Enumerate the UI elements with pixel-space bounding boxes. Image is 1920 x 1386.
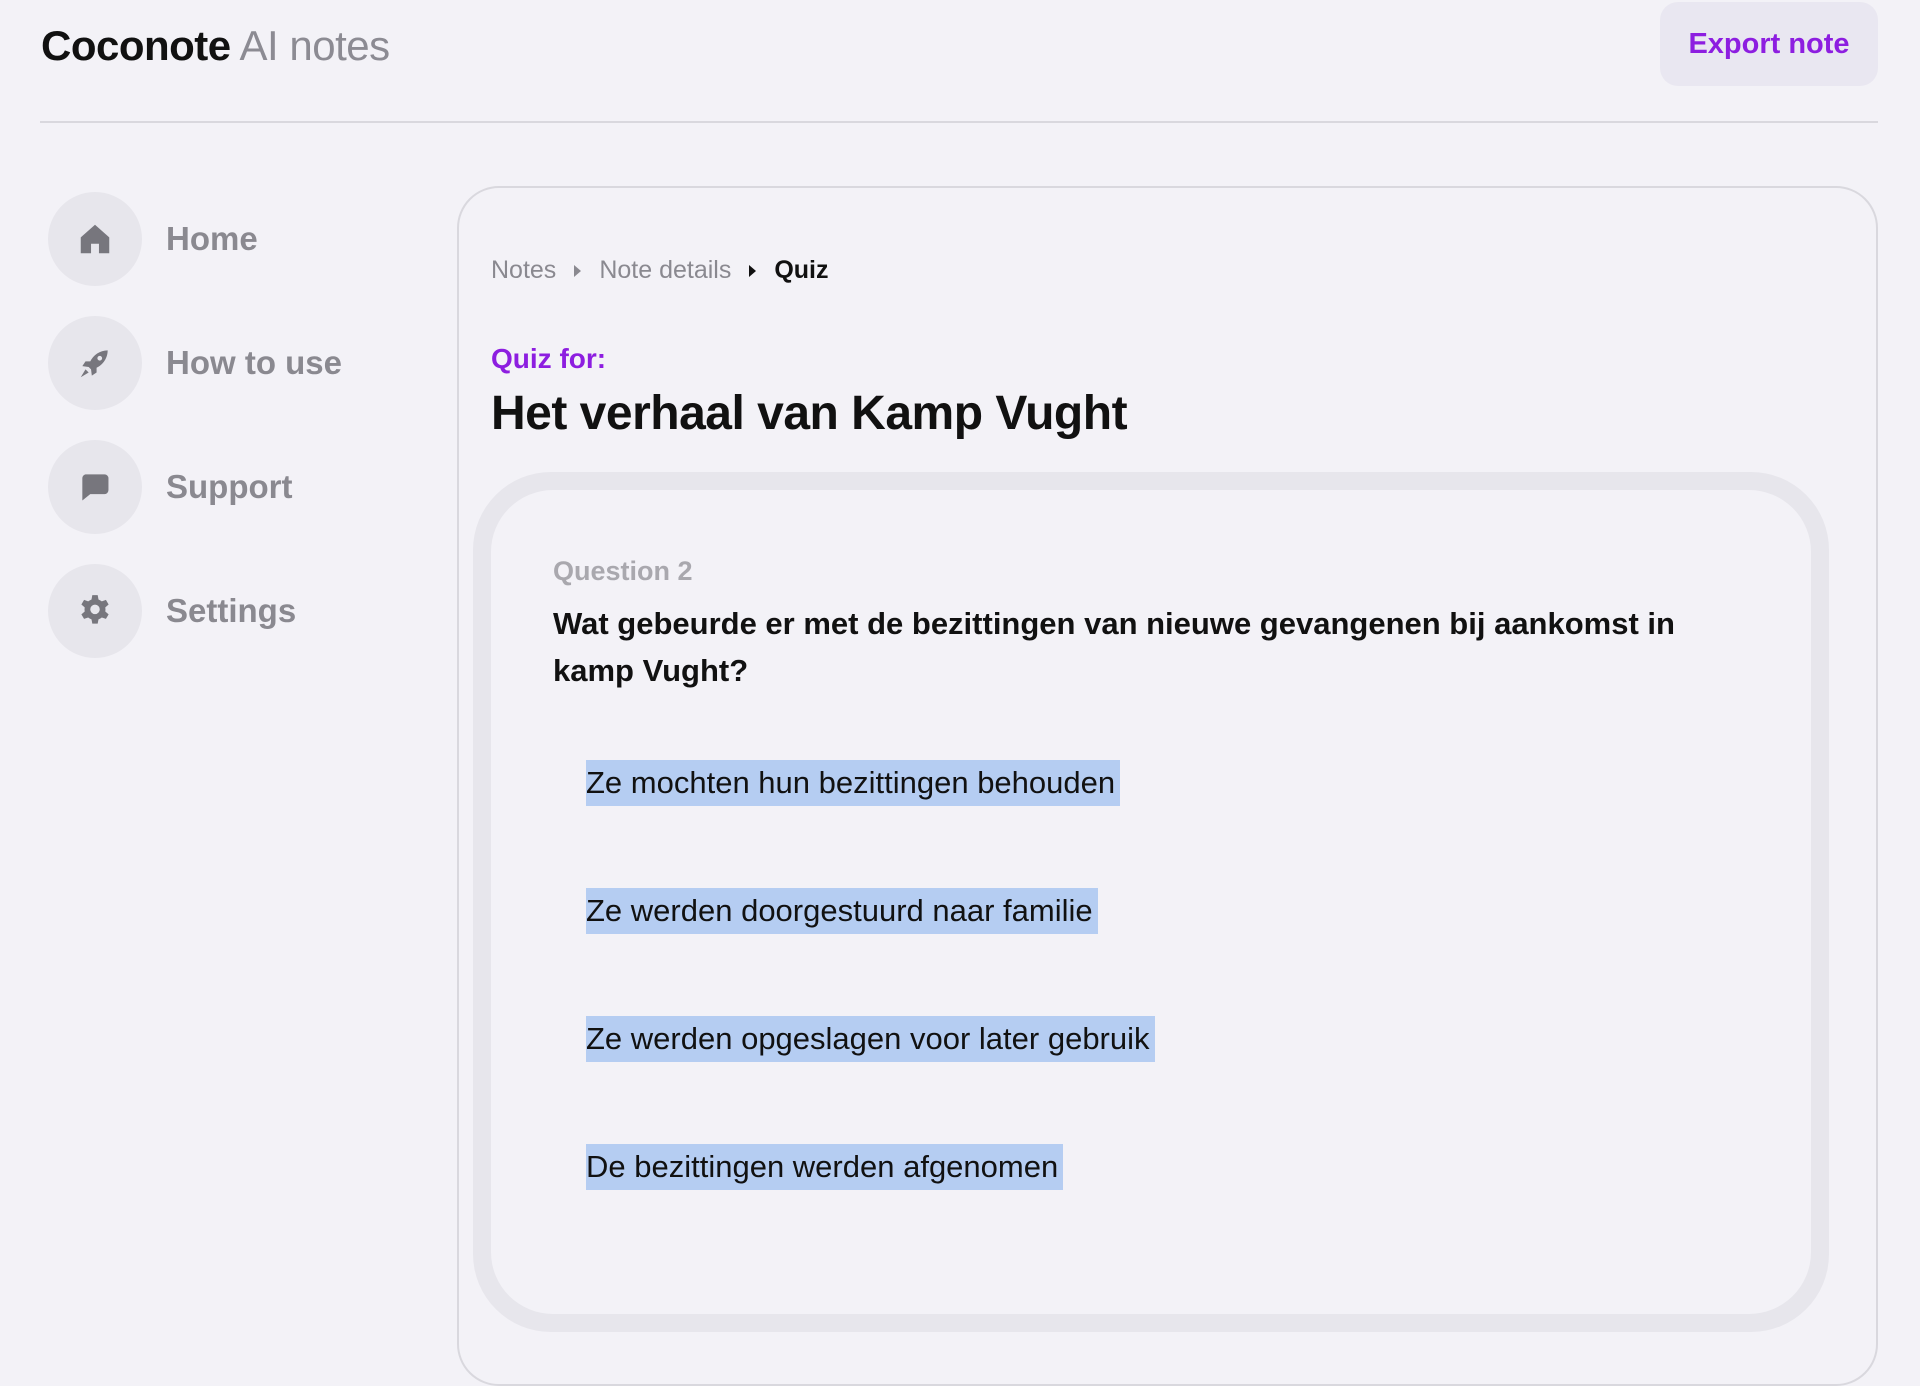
sidebar-nav: Home How to use Support Settings [48, 192, 428, 688]
answer-list: Ze mochten hun bezittingen behouden Ze w… [586, 760, 1155, 1272]
sidebar-item-settings[interactable]: Settings [48, 564, 428, 658]
export-note-button[interactable]: Export note [1660, 2, 1878, 86]
question-number: Question 2 [553, 556, 693, 586]
breadcrumb-caret-icon [749, 264, 757, 277]
answer-label: De bezittingen werden afgenomen [586, 1144, 1064, 1190]
sidebar-item-label: Home [166, 220, 258, 257]
question-card: Question 2 Wat gebeurde er met de bezitt… [491, 490, 1811, 1314]
breadcrumb-note-details[interactable]: Note details [599, 256, 731, 285]
question-card-frame: Question 2 Wat gebeurde er met de bezitt… [473, 472, 1829, 1332]
page-title: Het verhaal van Kamp Vught [491, 387, 1128, 440]
gear-icon [48, 564, 142, 658]
answer-option[interactable]: De bezittingen werden afgenomen [586, 1144, 1155, 1272]
answer-label: Ze mochten hun bezittingen behouden [586, 760, 1121, 806]
answer-label: Ze werden doorgestuurd naar familie [586, 888, 1098, 934]
question-text: Wat gebeurde er met de bezittingen van n… [553, 606, 1675, 688]
sidebar-item-support[interactable]: Support [48, 440, 428, 534]
home-icon [48, 192, 142, 286]
sidebar-item-label: Settings [166, 592, 297, 629]
answer-option[interactable]: Ze werden opgeslagen voor later gebruik [586, 1016, 1155, 1144]
chat-icon [48, 440, 142, 534]
brand-subtitle: AI notes [239, 22, 391, 69]
rocket-icon [48, 316, 142, 410]
brand-name: Coconote [41, 22, 231, 69]
breadcrumb-caret-icon [574, 264, 582, 277]
answer-label: Ze werden opgeslagen voor later gebruik [586, 1016, 1155, 1062]
sidebar-item-label: Support [166, 468, 293, 505]
answer-option[interactable]: Ze werden doorgestuurd naar familie [586, 888, 1155, 1016]
breadcrumb: Notes Note details Quiz [491, 256, 829, 285]
app-header: Coconote AI notes Export note [40, 0, 1878, 123]
breadcrumb-quiz: Quiz [774, 256, 829, 284]
breadcrumb-notes[interactable]: Notes [491, 256, 556, 285]
sidebar-item-how-to-use[interactable]: How to use [48, 316, 428, 410]
brand-logo[interactable]: Coconote AI notes [41, 22, 390, 70]
sidebar-item-home[interactable]: Home [48, 192, 428, 286]
quiz-for-label: Quiz for: [491, 343, 607, 374]
main-panel: Notes Note details Quiz Quiz for: Het ve… [457, 186, 1878, 1386]
answer-option[interactable]: Ze mochten hun bezittingen behouden [586, 760, 1155, 888]
sidebar-item-label: How to use [166, 344, 343, 381]
